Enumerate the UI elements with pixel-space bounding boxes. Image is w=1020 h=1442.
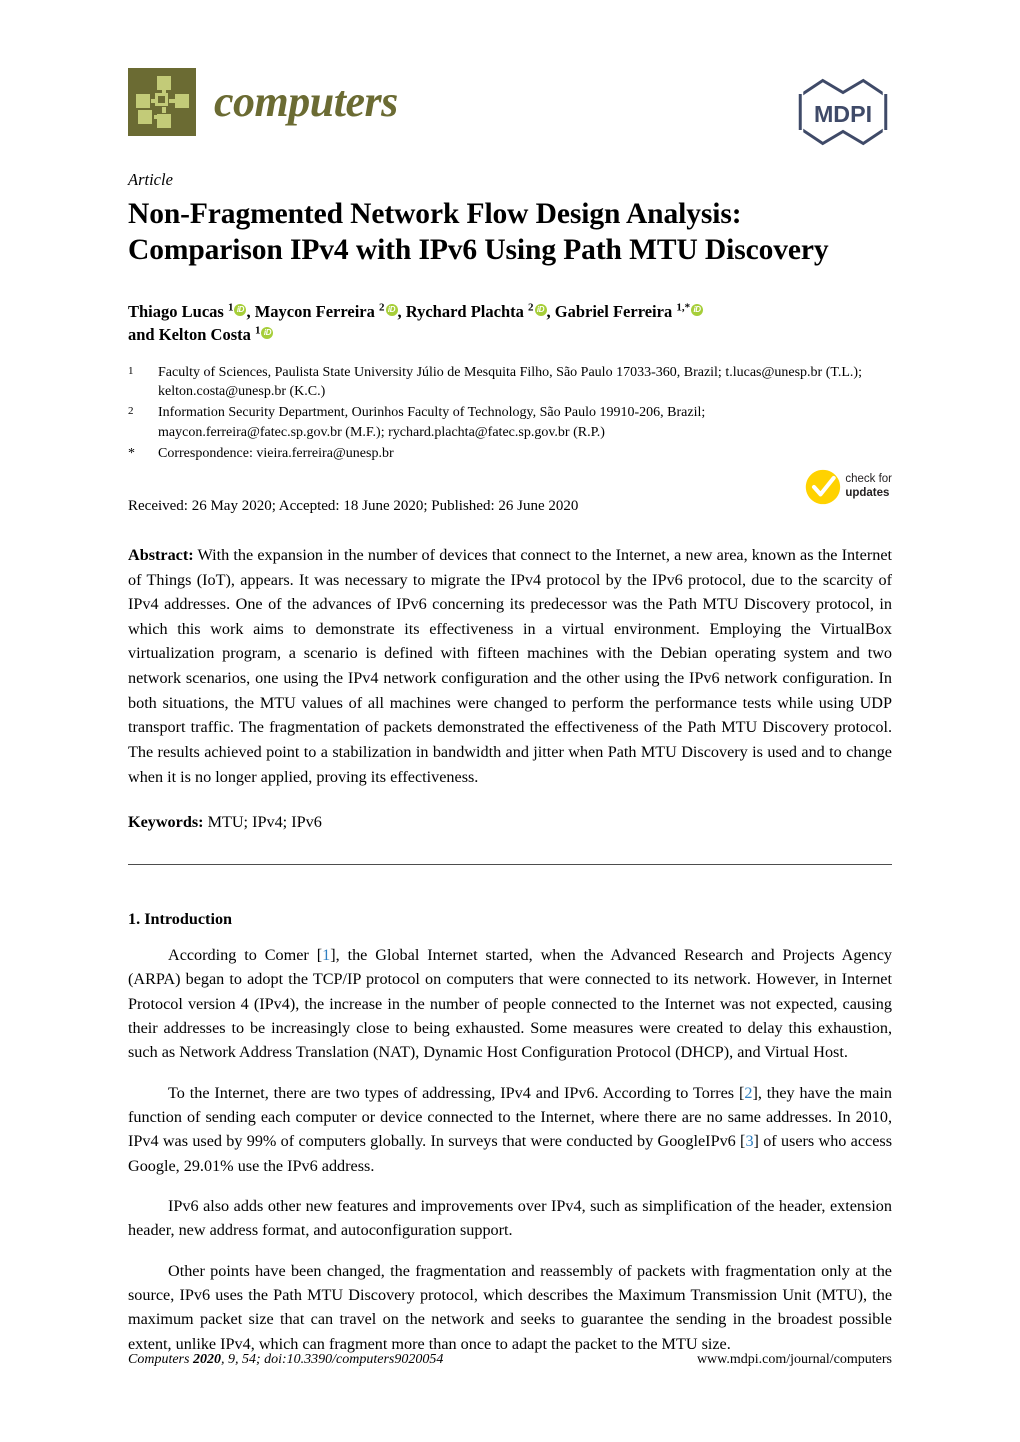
author-affiliation-marker: 1 (254, 324, 261, 337)
affiliation-marker: 1 (128, 364, 134, 377)
paragraph-text: To the Internet, there are two types of … (168, 1083, 745, 1102)
author-separator: , (397, 301, 406, 321)
affiliation-marker: * (128, 446, 135, 462)
network-nodes-icon (128, 68, 196, 136)
keywords-label: Keywords: (128, 813, 204, 832)
page-title: Non-Fragmented Network Flow Design Analy… (128, 197, 829, 266)
body-paragraph: To the Internet, there are two types of … (128, 1081, 892, 1178)
abstract-label: Abstract: (128, 545, 194, 564)
article-type-label: Article (128, 170, 173, 189)
check-for-updates-line2: updates (845, 486, 890, 499)
orcid-icon[interactable]: iD (261, 327, 274, 340)
citation-link[interactable]: 1 (322, 946, 330, 964)
footer-year: 2020 (192, 1352, 221, 1367)
author-separator: , (246, 301, 255, 321)
affiliation-row: 1 Faculty of Sciences, Paulista State Uni… (128, 363, 892, 403)
affiliation-text: Faculty of Sciences, Paulista State Univ… (158, 364, 862, 400)
author-line-1: Thiago Lucas 1 iD, Maycon Ferreira 2 iD, R… (128, 300, 892, 323)
footer-journal-name: Computers (128, 1352, 190, 1367)
paragraph-text: IPv6 also adds other new features and im… (128, 1197, 892, 1240)
body-paragraph: IPv6 also adds other new features and im… (128, 1194, 892, 1243)
author-line-2: and Kelton Costa 1 iD (128, 323, 892, 346)
author-name: Kelton Costa (158, 325, 255, 345)
author-affiliation-marker: 2 (379, 301, 385, 314)
author-list: Thiago Lucas 1 iD, Maycon Ferreira 2 iD, R… (128, 300, 892, 347)
keywords-text: MTU; IPv4; IPv6 (207, 813, 322, 832)
orcid-icon[interactable]: iD (534, 303, 547, 316)
author-name: Rychard Plachta (405, 301, 529, 321)
abstract-text: With the expansion in the number of devi… (128, 545, 892, 786)
paragraph-text: According to Comer [ (168, 946, 323, 965)
author-separator: , (546, 301, 555, 321)
footer-url: www.mdpi.com/journal/computers (696, 1352, 892, 1367)
mdpi-hexagon-logo: MDPI (794, 78, 892, 146)
author-affiliation-marker: 1,* (676, 301, 691, 314)
author-affiliation-marker: 1 (227, 301, 234, 314)
affiliation-list: 1 Faculty of Sciences, Paulista State Uni… (128, 363, 892, 464)
keywords-block: Keywords: MTU; IPv4; IPv6 (128, 810, 892, 834)
orcid-icon[interactable]: iD (234, 303, 247, 316)
svg-text:MDPI: MDPI (814, 101, 872, 127)
page-content: computers MDPI Article Non-Fragmented Ne… (128, 0, 892, 1372)
affiliation-row: * Correspondence: vieira.ferreira@unesp.b… (128, 444, 892, 464)
orcid-icon[interactable]: iD (691, 303, 704, 316)
paragraph-text: Other points have been changed, the frag… (128, 1261, 892, 1353)
section-divider (128, 863, 892, 865)
author-name: Thiago Lucas (128, 301, 228, 321)
affiliation-marker: 2 (128, 405, 134, 418)
paper-page: computers MDPI Article Non-Fragmented Ne… (0, 0, 1020, 1442)
footer-citation: Computers 2020, 9, 54; doi:10.3390/compu… (128, 1352, 443, 1368)
masthead: computers MDPI (128, 68, 892, 164)
journal-brand: computers (128, 68, 398, 136)
orcid-icon[interactable]: iD (385, 303, 398, 316)
author-name: Maycon Ferreira (254, 301, 380, 321)
check-for-updates-line1: check for (845, 473, 892, 486)
check-for-updates-text: check for updates (845, 473, 892, 500)
introduction-body: According to Comer [1], the Global Inter… (128, 943, 892, 1356)
footer-citation-rest: , 9, 54; doi:10.3390/computers9020054 (220, 1352, 444, 1367)
abstract-block: Abstract: With the expansion in the numb… (128, 543, 892, 789)
publication-dates: Received: 26 May 2020; Accepted: 18 June… (128, 497, 579, 514)
publication-dates-row: Received: 26 May 2020; Accepted: 18 June… (128, 469, 892, 521)
check-for-updates-badge[interactable]: check for updates (805, 469, 892, 505)
author-name: Gabriel Ferreira (554, 301, 677, 321)
affiliation-text: Information Security Department, Ourinho… (158, 405, 706, 441)
affiliation-text: Correspondence: vieira.ferreira@unesp.br (158, 446, 394, 462)
citation-link[interactable]: 3 (745, 1132, 753, 1150)
body-paragraph: According to Comer [1], the Global Inter… (128, 943, 892, 1064)
body-paragraph: Other points have been changed, the frag… (128, 1259, 892, 1356)
journal-title: computers (214, 77, 398, 126)
page-footer: Computers 2020, 9, 54; doi:10.3390/compu… (128, 1352, 892, 1368)
author-affiliation-marker: 2 (528, 301, 534, 314)
author-conjunction: and (128, 325, 159, 345)
affiliation-row: 2 Information Security Department, Ourinh… (128, 403, 892, 443)
section-heading-introduction: 1. Introduction (128, 909, 233, 928)
check-circle-icon (806, 469, 841, 505)
